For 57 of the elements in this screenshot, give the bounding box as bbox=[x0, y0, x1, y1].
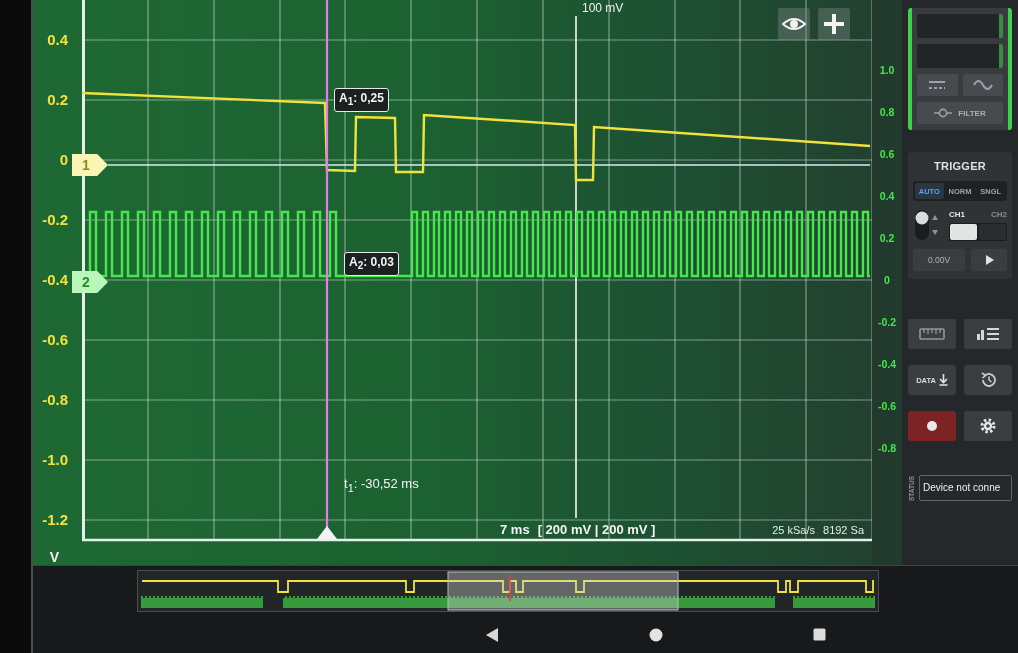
scale-readout: [ 200 mV | 200 mV ] bbox=[537, 522, 656, 538]
time-readout: t$_{1}$: -30,52 ms bbox=[344, 476, 419, 496]
axis-tick-label: -0.2 bbox=[877, 315, 897, 330]
download-icon bbox=[938, 374, 948, 386]
plus-icon[interactable] bbox=[818, 8, 850, 40]
source-label: CH1 bbox=[949, 209, 965, 220]
axis-tick-label: -0.8 bbox=[42, 390, 68, 410]
axis-tick-label: -1.0 bbox=[42, 450, 68, 470]
settings-icon[interactable] bbox=[964, 411, 1012, 441]
source-switch[interactable] bbox=[949, 222, 1007, 241]
cursor-readout: A$_{1}$: 0,25 bbox=[334, 88, 389, 113]
history-icon[interactable] bbox=[964, 365, 1012, 395]
channel-marker[interactable]: 1 bbox=[72, 154, 108, 176]
axis-tick-label: 1.0 bbox=[879, 63, 895, 78]
axis-tick-label: -0.4 bbox=[42, 270, 68, 290]
axis-tick-label: 0.4 bbox=[879, 189, 895, 204]
axis-tick-label: -0.8 bbox=[877, 441, 897, 456]
overview-viewport[interactable] bbox=[447, 571, 679, 611]
cursor-readout: A$_{2}$: 0,03 bbox=[344, 252, 399, 277]
axis-tick-label: 0 bbox=[884, 273, 890, 288]
home-icon[interactable] bbox=[649, 627, 663, 642]
axis-tick-label: 0.2 bbox=[879, 231, 895, 246]
sample-rate-label: 25 kSa/s bbox=[772, 523, 815, 537]
circle-line-icon bbox=[934, 108, 953, 118]
chart-list-icon[interactable] bbox=[964, 319, 1012, 349]
axis-tick-label: 0.4 bbox=[47, 30, 68, 50]
axis-tick-label: -0.6 bbox=[877, 399, 897, 414]
channel-marker[interactable]: 2 bbox=[72, 271, 108, 293]
axis-tick-label: 0 bbox=[59, 150, 68, 170]
sample-count-label: 8192 Sa bbox=[823, 523, 864, 537]
slope-toggle[interactable] bbox=[913, 209, 941, 241]
eye-icon[interactable] bbox=[778, 8, 810, 40]
axis-tick-label: -0.2 bbox=[42, 210, 68, 230]
axis-tick-label: 0.6 bbox=[879, 147, 895, 162]
axis-tick-label: 0.8 bbox=[879, 105, 895, 120]
record-icon[interactable] bbox=[908, 411, 956, 441]
source-option[interactable] bbox=[950, 223, 977, 240]
axis-tick-label: -0.4 bbox=[877, 357, 897, 372]
trigger-title: TRIGGER bbox=[933, 160, 987, 173]
status-message: Device not conne bbox=[919, 475, 1012, 501]
timebase-label: 7 ms bbox=[500, 522, 530, 538]
cursor-line[interactable] bbox=[325, 0, 329, 527]
back-icon[interactable] bbox=[485, 626, 499, 643]
filter-button[interactable]: FILTER bbox=[917, 102, 1003, 124]
wave-icon[interactable] bbox=[962, 74, 1003, 96]
axis-unit-label: V bbox=[49, 550, 60, 565]
axis-tick-label: 0.2 bbox=[47, 90, 68, 110]
recents-icon[interactable] bbox=[813, 628, 826, 641]
scale-label: 100 mV bbox=[582, 1, 624, 15]
play-icon[interactable] bbox=[971, 249, 1007, 271]
axis-tick-label: -1.2 bbox=[42, 510, 68, 530]
trigger-level-button[interactable]: 0.00V bbox=[913, 249, 965, 271]
cursor-handle[interactable] bbox=[317, 526, 337, 539]
source-label: CH2 bbox=[991, 209, 1007, 220]
ruler-icon[interactable] bbox=[908, 319, 956, 349]
cursor-position-marker bbox=[509, 574, 511, 602]
axis-tick-label: -0.6 bbox=[42, 330, 68, 350]
